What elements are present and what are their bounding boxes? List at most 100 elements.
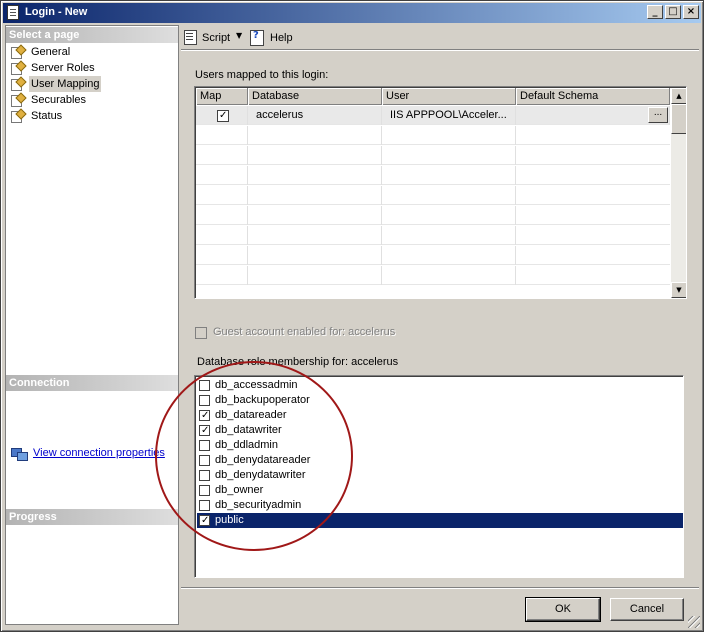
empty-cell [248, 226, 382, 245]
role-item-db-securityadmin[interactable]: db_securityadmin [197, 498, 683, 513]
empty-cell [382, 126, 516, 145]
scroll-thumb[interactable] [671, 104, 686, 134]
page-label: Status [31, 110, 63, 122]
table-row [196, 266, 670, 285]
checkmark-icon: ✓ [201, 515, 210, 526]
help-button[interactable]: Help [270, 30, 293, 46]
column-header-map[interactable]: Map [196, 88, 248, 105]
connection-properties-icon[interactable] [11, 447, 28, 461]
users-mapped-label: Users mapped to this login: [195, 69, 329, 81]
role-checkbox[interactable] [199, 395, 210, 406]
empty-cell [196, 206, 248, 225]
page-label: General [31, 46, 71, 58]
role-item-db-datareader[interactable]: ✓ db_datareader [197, 408, 683, 423]
document-icon [7, 5, 19, 20]
table-row [196, 246, 670, 265]
sidebar: Select a page General Server Roles User … [5, 25, 179, 625]
column-header-database[interactable]: Database [248, 88, 382, 105]
role-name: db_owner [215, 484, 264, 496]
help-icon[interactable] [249, 29, 265, 46]
page-icon [10, 94, 24, 107]
minimize-button[interactable]: _ [647, 5, 663, 19]
empty-cell [248, 206, 382, 225]
role-checkbox[interactable] [199, 455, 210, 466]
chevron-down-icon[interactable]: ▼ [236, 31, 242, 40]
maximize-button[interactable]: □ [665, 5, 681, 19]
user-cell[interactable]: IIS APPPOOL\Acceler... [382, 106, 516, 125]
map-cell[interactable]: ✓ [196, 106, 248, 125]
role-checkbox[interactable] [199, 500, 210, 511]
empty-cell [196, 126, 248, 145]
checkmark-icon: ✓ [201, 425, 210, 436]
scroll-down-icon[interactable]: ▼ [671, 282, 686, 298]
empty-cell [248, 166, 382, 185]
resize-grip[interactable] [688, 616, 700, 628]
column-header-user[interactable]: User [382, 88, 516, 105]
empty-cell [196, 226, 248, 245]
empty-cell [382, 206, 516, 225]
title-bar[interactable]: Login - New _ □ × [3, 3, 701, 23]
checkmark-icon: ✓ [201, 410, 210, 421]
role-item-db-backupoperator[interactable]: db_backupoperator [197, 393, 683, 408]
role-checkbox[interactable] [199, 470, 210, 481]
role-checkbox[interactable] [199, 440, 210, 451]
empty-cell [382, 146, 516, 165]
default-schema-cell[interactable] [516, 106, 670, 125]
table-row [196, 146, 670, 165]
role-name: db_denydatareader [215, 454, 311, 466]
role-name: public [215, 514, 244, 526]
role-item-db-owner[interactable]: db_owner [197, 483, 683, 498]
role-checkbox[interactable]: ✓ [199, 515, 210, 526]
script-icon[interactable] [182, 29, 198, 45]
table-row [196, 126, 670, 145]
role-checkbox[interactable]: ✓ [199, 410, 210, 421]
scroll-up-icon[interactable]: ▲ [671, 88, 686, 104]
close-button[interactable]: × [683, 5, 699, 19]
connection-header: Connection [6, 375, 178, 391]
role-item-db-ddladmin[interactable]: db_ddladmin [197, 438, 683, 453]
role-name: db_backupoperator [215, 394, 310, 406]
guest-account-checkbox[interactable] [195, 327, 207, 339]
empty-cell [382, 266, 516, 285]
page-icon [10, 62, 24, 75]
role-item-db-denydatareader[interactable]: db_denydatareader [197, 453, 683, 468]
window-title: Login - New [25, 6, 88, 18]
table-row [196, 166, 670, 185]
script-button[interactable]: Script [202, 30, 230, 46]
cancel-button[interactable]: Cancel [610, 598, 684, 621]
map-checkbox[interactable]: ✓ [217, 110, 229, 122]
empty-cell [382, 226, 516, 245]
role-checkbox[interactable] [199, 380, 210, 391]
default-schema-browse-button[interactable]: ... [648, 107, 668, 123]
empty-cell [248, 126, 382, 145]
role-checkbox[interactable] [199, 485, 210, 496]
column-header-default-schema[interactable]: Default Schema [516, 88, 670, 105]
table-row[interactable]: ✓ accelerus IIS APPPOOL\Acceler... ... [196, 106, 670, 125]
role-item-public[interactable]: ✓ public [197, 513, 683, 528]
role-name: db_datawriter [215, 424, 282, 436]
role-membership-label: Database role membership for: accelerus [197, 356, 399, 368]
grid-vertical-scrollbar[interactable]: ▲ ▼ [671, 88, 686, 298]
empty-cell [248, 266, 382, 285]
page-icon [10, 110, 24, 123]
page-icon [10, 46, 24, 59]
page-label: Securables [31, 94, 87, 106]
role-item-db-datawriter[interactable]: ✓ db_datawriter [197, 423, 683, 438]
grid-header: Map Database User Default Schema [196, 88, 670, 105]
empty-cell [196, 166, 248, 185]
toolbar-divider [181, 49, 699, 50]
table-row [196, 206, 670, 225]
login-dialog: Login - New _ □ × Select a page General … [0, 0, 704, 632]
role-checkbox[interactable]: ✓ [199, 425, 210, 436]
view-connection-properties-link[interactable]: View connection properties [33, 447, 165, 459]
page-icon [10, 78, 24, 91]
empty-cell [196, 146, 248, 165]
users-mapped-grid[interactable]: Map Database User Default Schema ✓ accel… [194, 86, 687, 299]
empty-cell [382, 246, 516, 265]
progress-header: Progress [6, 509, 178, 525]
select-page-header: Select a page [6, 27, 178, 43]
role-membership-list[interactable]: db_accessadmin db_backupoperator ✓ db_da… [194, 375, 684, 578]
role-item-db-denydatawriter[interactable]: db_denydatawriter [197, 468, 683, 483]
ok-button[interactable]: OK [525, 597, 601, 622]
role-item-db-accessadmin[interactable]: db_accessadmin [197, 378, 683, 393]
